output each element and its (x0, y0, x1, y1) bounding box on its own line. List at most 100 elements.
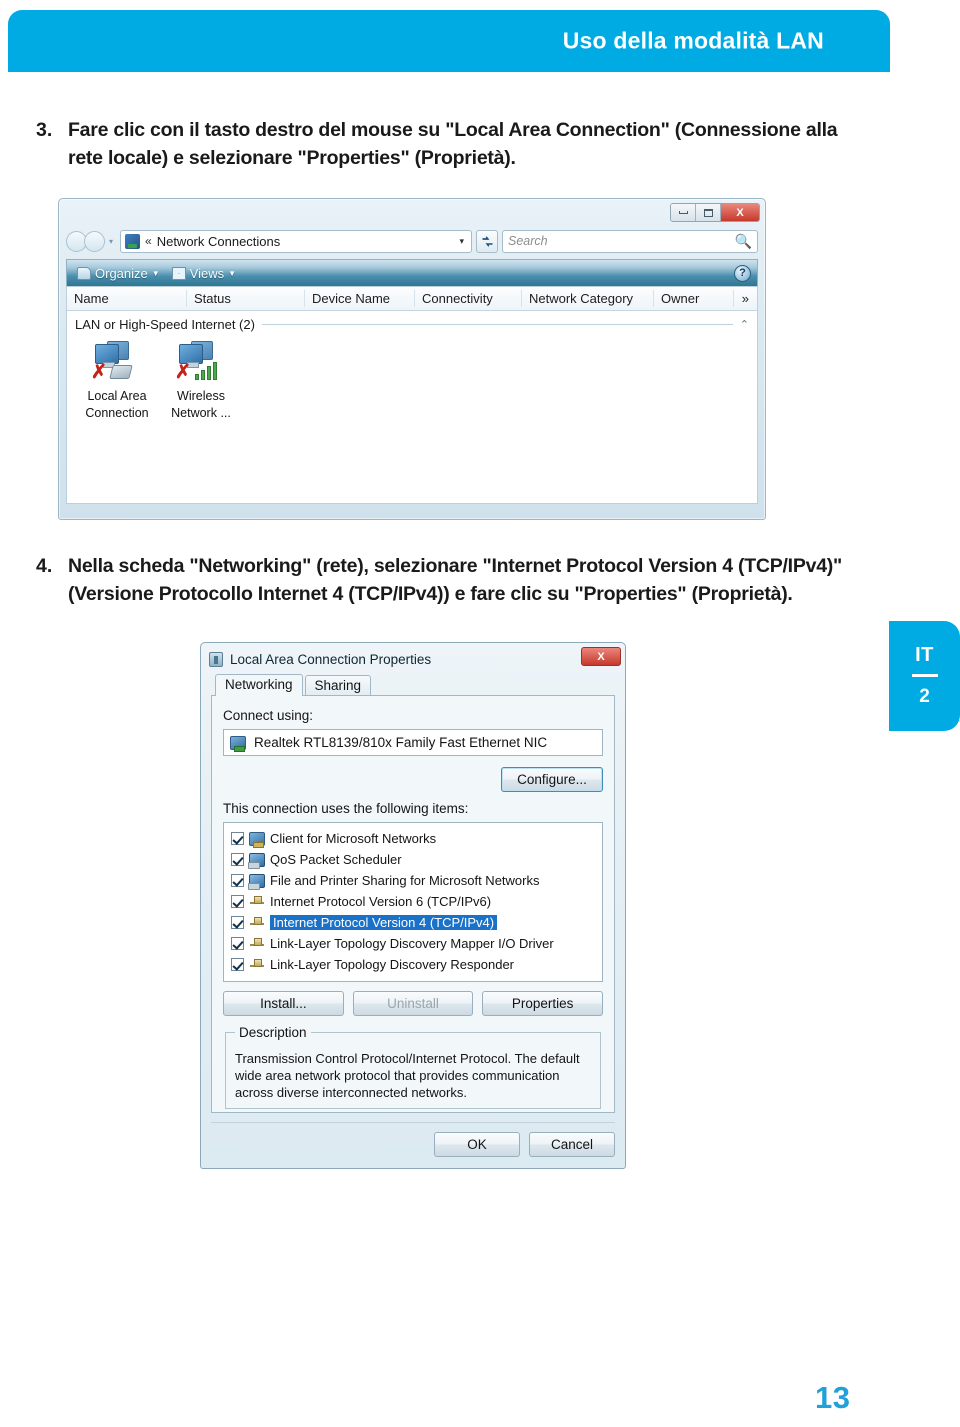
local-area-connection-properties-dialog: Local Area Connection Properties X Netwo… (200, 642, 626, 1169)
items-label: This connection uses the following items… (223, 801, 469, 816)
connections-list: LAN or High-Speed Internet (2) ⌃ ✗ Local… (66, 311, 758, 504)
column-header-connectivity[interactable]: Connectivity (415, 290, 522, 307)
list-item[interactable]: File and Printer Sharing for Microsoft N… (228, 870, 598, 891)
minimize-icon (678, 211, 688, 214)
properties-button[interactable]: Properties (482, 991, 604, 1016)
disconnected-x-icon: ✗ (91, 362, 107, 383)
organize-menu[interactable]: Organize ▼ (73, 264, 164, 283)
dialog-titlebar: Local Area Connection Properties X (205, 647, 621, 671)
list-item[interactable]: Link-Layer Topology Discovery Mapper I/O… (228, 933, 598, 954)
checkbox[interactable] (231, 874, 244, 887)
column-header-device-name[interactable]: Device Name (305, 290, 415, 307)
breadcrumb-overflow-icon[interactable]: « (145, 234, 152, 248)
checkbox[interactable] (231, 958, 244, 971)
page-title: Uso della modalità LAN (562, 27, 824, 54)
instruction-step-4: 4. Nella scheda "Networking" (rete), sel… (36, 552, 876, 608)
disconnected-x-icon: ✗ (175, 362, 191, 383)
component-label: Link-Layer Topology Discovery Responder (270, 957, 514, 972)
views-menu[interactable]: Views ▼ (168, 264, 240, 283)
views-label: Views (189, 265, 225, 281)
recent-pages-caret-icon[interactable]: ▾ (109, 237, 113, 246)
connection-label-line1: Local Area (87, 389, 147, 403)
search-input[interactable]: Search 🔍 (502, 229, 758, 253)
organize-icon (77, 266, 91, 280)
connection-icons-row: ✗ Local Area Connection ✗ Wireless Netwo… (75, 339, 749, 421)
local-area-connection-icon: ✗ (89, 339, 145, 387)
protocol-icon (249, 937, 265, 951)
connection-item-wireless[interactable]: ✗ Wireless Network ... (165, 339, 237, 421)
window-controls: X (670, 203, 760, 222)
network-connections-window: X ▾ « Network Connections ▾ Search 🔍 Org… (58, 198, 766, 520)
chevron-down-icon: ▼ (228, 268, 237, 278)
minimize-button[interactable] (671, 204, 696, 221)
protocol-icon (249, 958, 265, 972)
dialog-close-button[interactable]: X (581, 647, 621, 666)
list-item-selected[interactable]: Internet Protocol Version 4 (TCP/IPv4) (228, 912, 598, 933)
networking-tab-panel: Connect using: Realtek RTL8139/810x Fami… (211, 695, 615, 1113)
window-toolbar: Organize ▼ Views ▼ ? (66, 259, 758, 286)
dialog-tabs: Networking Sharing (211, 673, 615, 696)
organize-label: Organize (95, 265, 148, 281)
address-field[interactable]: « Network Connections ▾ (120, 229, 472, 253)
search-placeholder: Search (508, 234, 548, 248)
service-icon (248, 873, 265, 890)
column-header-status[interactable]: Status (187, 290, 305, 307)
maximize-button[interactable] (696, 204, 721, 221)
network-icon (125, 233, 141, 249)
adapter-field: Realtek RTL8139/810x Family Fast Etherne… (223, 729, 603, 756)
refresh-button[interactable] (476, 229, 498, 253)
checkbox[interactable] (231, 832, 244, 845)
component-label: Client for Microsoft Networks (270, 831, 437, 846)
column-header-name[interactable]: Name (67, 290, 187, 307)
description-group: Description Transmission Control Protoco… (225, 1025, 601, 1109)
navigation-buttons: ▾ (66, 230, 116, 252)
list-item[interactable]: Internet Protocol Version 6 (TCP/IPv6) (228, 891, 598, 912)
component-label: QoS Packet Scheduler (270, 852, 402, 867)
language-code: IT (915, 644, 934, 666)
column-header-owner[interactable]: Owner (654, 290, 734, 307)
checkbox[interactable] (231, 916, 244, 929)
step-3-text: Fare clic con il tasto destro del mouse … (68, 119, 838, 169)
component-label: Internet Protocol Version 4 (TCP/IPv4) (270, 915, 498, 930)
page-header-banner: Uso della modalità LAN (8, 10, 890, 72)
connection-item-local-area[interactable]: ✗ Local Area Connection (81, 339, 153, 421)
cancel-button[interactable]: Cancel (529, 1132, 615, 1157)
help-button[interactable]: ? (734, 264, 751, 282)
maximize-icon (703, 208, 713, 217)
list-item[interactable]: Link-Layer Topology Discovery Responder (228, 954, 598, 975)
component-label: Internet Protocol Version 6 (TCP/IPv6) (270, 894, 492, 909)
checkbox[interactable] (231, 853, 244, 866)
service-icon (248, 852, 265, 869)
components-list[interactable]: Client for Microsoft Networks QoS Packet… (223, 822, 603, 982)
component-label: Link-Layer Topology Discovery Mapper I/O… (270, 936, 554, 951)
dialog-title: Local Area Connection Properties (230, 651, 432, 667)
checkbox[interactable] (231, 895, 244, 908)
side-tab-divider (911, 674, 938, 677)
ok-button[interactable]: OK (434, 1132, 520, 1157)
component-label: File and Printer Sharing for Microsoft N… (270, 873, 540, 888)
protocol-icon (249, 916, 265, 930)
configure-button[interactable]: Configure... (501, 767, 603, 792)
page-number: 13 (815, 1380, 851, 1415)
dialog-footer-divider (211, 1122, 615, 1123)
window-titlebar: X (62, 202, 762, 228)
list-item[interactable]: QoS Packet Scheduler (228, 849, 598, 870)
connection-label-line2: Network ... (171, 406, 231, 420)
column-header-network-category[interactable]: Network Category (522, 290, 654, 307)
forward-button[interactable] (84, 230, 105, 252)
views-icon (171, 266, 186, 280)
column-overflow-icon[interactable]: » (735, 290, 757, 307)
tab-sharing[interactable]: Sharing (304, 675, 372, 696)
address-dropdown-icon[interactable]: ▾ (459, 236, 467, 247)
protocol-icon (249, 895, 265, 909)
tab-networking[interactable]: Networking (215, 674, 303, 696)
checkbox[interactable] (231, 937, 244, 950)
close-button[interactable]: X (721, 204, 759, 221)
list-item[interactable]: Client for Microsoft Networks (228, 828, 598, 849)
description-legend: Description (239, 1025, 307, 1040)
signal-bars-icon (195, 361, 217, 380)
install-button[interactable]: Install... (223, 991, 344, 1016)
group-collapse-icon[interactable]: ⌃ (740, 318, 749, 331)
component-action-buttons: Install... Uninstall Properties (223, 991, 604, 1016)
instruction-step-3: 3. Fare clic con il tasto destro del mou… (36, 116, 866, 172)
